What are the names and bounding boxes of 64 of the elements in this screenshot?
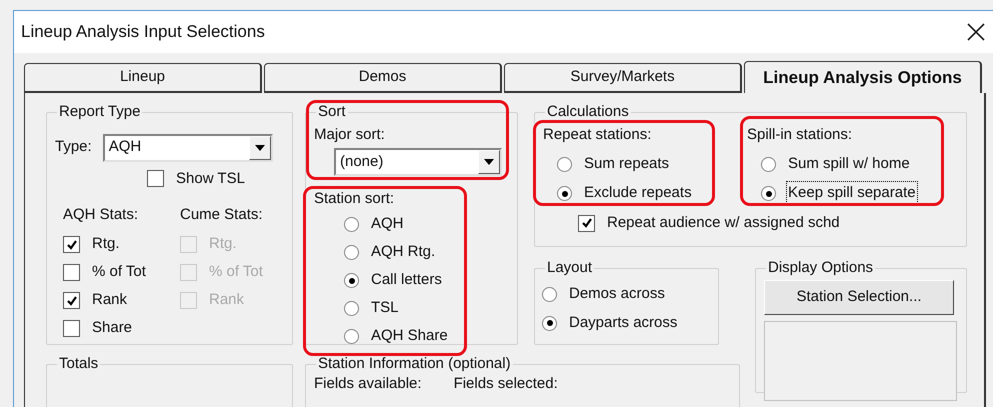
field-label: Station sort: <box>314 189 396 209</box>
radio-label: TSL <box>370 298 400 318</box>
group-title: Display Options <box>768 259 874 276</box>
tab[interactable]: Demos <box>264 63 502 93</box>
checkbox-label: Rtg. <box>92 234 120 254</box>
tab[interactable]: Lineup <box>24 63 262 93</box>
checkbox-label: Rtg. <box>209 234 237 254</box>
checkbox[interactable] <box>578 214 595 232</box>
radio-button[interactable] <box>344 301 359 316</box>
column-heading: Cume Stats: <box>180 205 263 225</box>
radio-button[interactable] <box>344 217 359 232</box>
group-title: Report Type <box>59 103 140 120</box>
group-title: Calculations <box>547 103 629 120</box>
checkbox-label: Show TSL <box>176 168 245 188</box>
radio-label: AQH Share <box>370 326 449 346</box>
field-label: Major sort: <box>314 124 386 144</box>
radio-button[interactable] <box>344 329 359 344</box>
radio-button[interactable] <box>542 286 557 302</box>
radio-button[interactable] <box>761 157 776 172</box>
field-label: Fields selected: <box>454 376 558 392</box>
checkbox-label: % of Tot <box>209 262 263 282</box>
checkbox[interactable] <box>147 170 164 188</box>
radio-label: Exclude repeats <box>583 183 693 204</box>
field-label: Fields available: <box>314 376 422 392</box>
field-label: Spill-in stations: <box>747 124 854 144</box>
field-label: Type: <box>55 137 92 158</box>
checkbox[interactable] <box>63 292 80 309</box>
column-heading: AQH Stats: <box>63 205 140 225</box>
radio-label: Keep spill separate <box>787 182 917 205</box>
tab[interactable]: Lineup Analysis Options <box>744 61 982 93</box>
window-title: Lineup Analysis Input Selections <box>21 21 265 44</box>
dropdown-arrow-icon <box>484 159 494 165</box>
dropdown-arrow-icon <box>254 144 265 150</box>
radio-label: Call letters <box>370 270 443 290</box>
group-title: Station Information (optional) <box>318 355 511 372</box>
field-label: Repeat stations: <box>543 124 652 144</box>
close-icon[interactable] <box>967 23 985 41</box>
checkbox-label: Rank <box>209 290 244 310</box>
radio-button[interactable] <box>761 186 776 201</box>
radio-button[interactable] <box>557 186 572 201</box>
tab[interactable]: Survey/Markets <box>504 63 742 93</box>
radio-label: AQH Rtg. <box>370 242 436 262</box>
checkbox-label: Repeat audience w/ assigned schd <box>607 213 840 233</box>
radio-button[interactable] <box>344 273 359 288</box>
radio-label: AQH <box>370 214 405 234</box>
station-selection-button[interactable]: Station Selection... <box>764 280 954 314</box>
dropdown[interactable]: (none) <box>334 148 502 176</box>
radio-button[interactable] <box>557 157 572 172</box>
checkbox[interactable] <box>63 236 80 253</box>
radio-label: Sum spill w/ home <box>787 154 911 174</box>
checkbox-label: % of Tot <box>92 262 146 282</box>
dropdown[interactable]: AQH <box>102 134 273 162</box>
checkbox-label: Rank <box>92 290 128 310</box>
radio-button[interactable] <box>344 245 359 260</box>
group-title: Sort <box>318 103 346 120</box>
checkbox-label: Share <box>92 318 132 338</box>
radio-button[interactable] <box>542 316 557 330</box>
checkbox[interactable] <box>63 264 80 281</box>
checkbox[interactable] <box>63 320 80 337</box>
group-title: Totals <box>59 355 98 372</box>
radio-label: Sum repeats <box>583 154 670 174</box>
radio-label: Dayparts across <box>568 312 678 333</box>
radio-label: Demos across <box>568 284 666 304</box>
group-title: Layout <box>547 259 592 276</box>
